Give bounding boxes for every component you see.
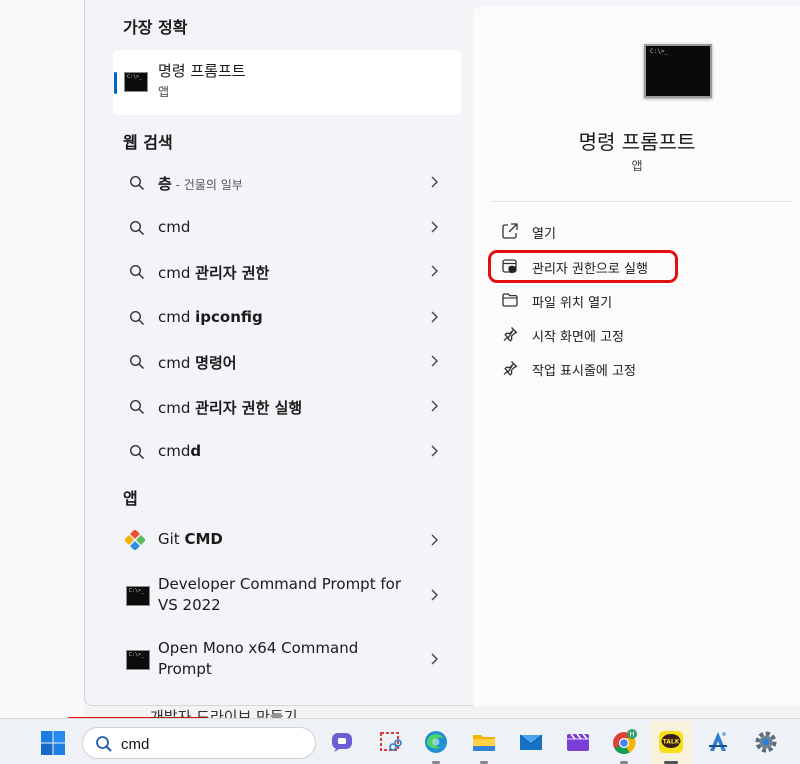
web-search-term: 층 — [158, 175, 172, 193]
preview-subtitle: 앱 — [631, 159, 643, 173]
open-icon — [502, 223, 518, 239]
web-search-term: cmd — [158, 308, 196, 326]
clipchamp-icon[interactable] — [564, 728, 592, 756]
taskbar-search-box[interactable] — [82, 727, 316, 759]
chevron-right-icon — [431, 355, 438, 367]
search-icon — [129, 264, 145, 280]
best-match-heading: 가장 정확 — [123, 18, 188, 37]
app-item-git-cmd[interactable]: Git CMD — [113, 519, 461, 561]
start-search-panel: 가장 정확 명령 프롬프트 앱 웹 검색 층 - 건물의 일부 cmd cmd … — [84, 0, 800, 706]
git-cmd-icon — [125, 530, 145, 550]
search-icon — [96, 736, 112, 752]
web-search-term: cmd — [158, 264, 196, 282]
taskbar: H TALK — [0, 718, 800, 764]
divider — [491, 201, 791, 202]
action-open[interactable]: 열기 — [491, 216, 791, 248]
web-search-suggestion: 관리자 권한 — [195, 264, 270, 282]
results-column: 가장 정확 명령 프롬프트 앱 웹 검색 층 - 건물의 일부 cmd cmd … — [85, 0, 471, 706]
chevron-right-icon — [431, 176, 438, 188]
search-icon — [129, 444, 145, 460]
search-icon — [129, 399, 145, 415]
apps-heading: 앱 — [123, 489, 138, 508]
search-icon — [129, 354, 145, 370]
action-label: 파일 위치 열기 — [532, 296, 613, 311]
action-pin-to-start[interactable]: 시작 화면에 고정 — [491, 319, 791, 351]
hidden-item-text: 개발자 드라이브 만들기 — [150, 708, 298, 718]
web-search-suggestion: 명령어 — [195, 354, 237, 372]
web-search-item[interactable]: cmd — [113, 208, 461, 248]
action-label: 열기 — [532, 227, 556, 242]
command-prompt-icon — [126, 650, 150, 670]
command-prompt-icon — [124, 72, 148, 92]
web-search-item[interactable]: cmd 관리자 권한 실행 — [113, 387, 461, 427]
pin-icon — [503, 327, 518, 342]
chrome-profile-badge: H — [629, 731, 634, 739]
app-name-line1: Developer Command Prompt for — [158, 575, 401, 593]
web-search-term: cmd — [158, 442, 191, 460]
web-search-term: cmd — [158, 399, 196, 417]
search-icon — [129, 310, 145, 326]
web-search-suggestion: ipconfig — [195, 308, 263, 326]
search-icon — [129, 220, 145, 236]
web-search-item[interactable]: 층 - 건물의 일부 — [113, 163, 461, 203]
chevron-right-icon — [431, 445, 438, 457]
action-open-file-location[interactable]: 파일 위치 열기 — [491, 285, 791, 317]
file-explorer-icon[interactable] — [470, 728, 498, 756]
search-icon — [129, 175, 145, 191]
desktop-background — [0, 0, 84, 720]
app-item-mono-command-prompt[interactable]: Open Mono x64 Command Prompt — [113, 628, 461, 688]
chevron-right-icon — [431, 221, 438, 233]
app-item-dev-command-prompt[interactable]: Developer Command Prompt for VS 2022 — [113, 564, 461, 624]
search-input[interactable] — [121, 733, 301, 755]
action-label: 관리자 권한으로 실행 — [532, 262, 648, 277]
chrome-icon[interactable]: H — [610, 728, 638, 756]
selection-indicator — [114, 72, 117, 94]
app-name: Git — [158, 530, 185, 548]
kakaotalk-icon[interactable]: TALK — [657, 728, 685, 756]
best-match-subtitle: 앱 — [158, 85, 170, 99]
web-search-item[interactable]: cmd 명령어 — [113, 342, 461, 382]
command-prompt-large-icon — [644, 44, 712, 98]
app-name-line1: Open Mono x64 Command — [158, 639, 359, 657]
chevron-right-icon — [431, 653, 438, 665]
chevron-right-icon — [431, 265, 438, 277]
edge-icon[interactable] — [422, 728, 450, 756]
web-search-suggestion: 관리자 권한 실행 — [195, 399, 303, 417]
app-name-line2: VS 2022 — [158, 596, 221, 614]
admin-shield-icon — [502, 259, 517, 274]
mail-icon[interactable] — [517, 728, 545, 756]
web-search-suggestion: d — [190, 442, 202, 460]
action-run-as-admin[interactable]: 관리자 권한으로 실행 — [491, 251, 791, 283]
chevron-right-icon — [431, 534, 438, 546]
web-search-hint: - 건물의 일부 — [171, 178, 243, 192]
web-search-term: cmd — [158, 218, 191, 236]
best-match-title: 명령 프롬프트 — [158, 62, 246, 80]
web-search-item[interactable]: cmd 관리자 권한 — [113, 252, 461, 292]
preview-pane: 명령 프롬프트 앱 열기 관리자 권한으로 실행 파일 위치 열기 시작 화면에… — [473, 6, 800, 706]
best-match-item[interactable]: 명령 프롬프트 앱 — [113, 50, 461, 115]
web-search-item[interactable]: cmdd — [113, 432, 461, 472]
action-label: 시작 화면에 고정 — [532, 330, 624, 345]
teams-chat-icon[interactable] — [328, 728, 356, 756]
web-search-item[interactable]: cmd ipconfig — [113, 298, 461, 338]
action-label: 작업 표시줄에 고정 — [532, 364, 636, 379]
chevron-right-icon — [431, 400, 438, 412]
preview-title: 명령 프롬프트 — [578, 130, 696, 154]
app-name-line2: Prompt — [158, 660, 212, 678]
chevron-right-icon — [431, 589, 438, 601]
appstore-icon[interactable] — [704, 728, 732, 756]
windows-start-icon[interactable] — [40, 730, 66, 756]
web-search-heading: 웹 검색 — [123, 133, 173, 152]
web-search-term: cmd — [158, 354, 196, 372]
settings-icon[interactable] — [752, 728, 780, 756]
action-pin-to-taskbar[interactable]: 작업 표시줄에 고정 — [491, 353, 791, 385]
command-prompt-icon — [126, 586, 150, 606]
pin-icon — [503, 361, 518, 376]
snipping-tool-icon[interactable] — [376, 728, 404, 756]
kakaotalk-label: TALK — [663, 739, 680, 746]
chevron-right-icon — [431, 311, 438, 323]
folder-icon — [502, 293, 518, 307]
app-name-match: CMD — [184, 530, 223, 548]
